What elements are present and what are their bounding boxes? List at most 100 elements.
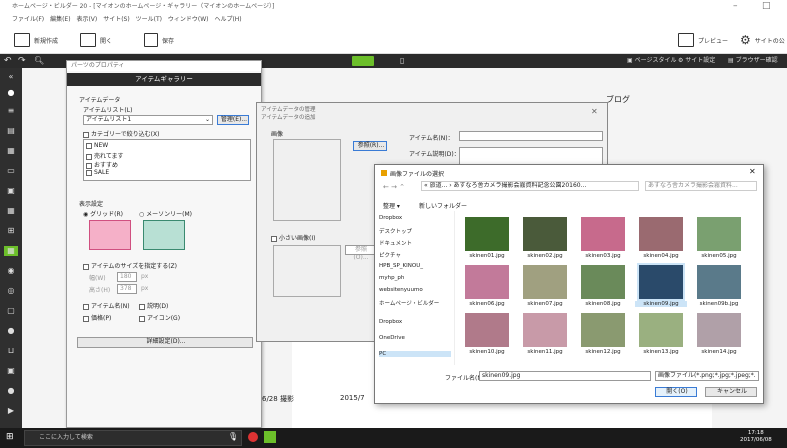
- description-checkbox[interactable]: 説明(D): [139, 301, 168, 310]
- list-icon[interactable]: ▤: [4, 126, 18, 136]
- clock[interactable]: 17:18 2017/06/08: [740, 430, 772, 444]
- category-selling-checkbox[interactable]: 売れてます: [86, 151, 124, 160]
- new-folder-button[interactable]: 新しいフォルダー: [419, 201, 467, 210]
- mobile-view-icon[interactable]: ▯: [400, 54, 404, 68]
- file-thumb[interactable]: [523, 217, 567, 251]
- nav-item[interactable]: HPB_SP_KINOU_: [379, 263, 423, 269]
- price-checkbox[interactable]: 価格(P): [83, 313, 111, 322]
- detail-settings-button[interactable]: 詳細設定(D)...: [77, 337, 253, 348]
- twitter-icon[interactable]: ▣: [4, 366, 18, 376]
- item-name-checkbox[interactable]: アイテム名(N): [83, 301, 130, 310]
- close-icon[interactable]: ✕: [591, 107, 598, 116]
- file-thumb[interactable]: [639, 313, 683, 347]
- windows-start-icon[interactable]: ⊞: [6, 432, 16, 442]
- file-thumb[interactable]: [639, 217, 683, 251]
- maximize-button[interactable]: □: [762, 0, 771, 13]
- file-thumb[interactable]: [581, 217, 625, 251]
- path-bar[interactable]: « 旅道... › あすなろ舎カメラ撮影会霧資料記念公園20160...: [421, 181, 639, 191]
- gallery-icon[interactable]: ▦: [4, 246, 18, 256]
- file-thumb[interactable]: [581, 313, 625, 347]
- page-style-button[interactable]: ▣ ページスタイル: [627, 54, 676, 68]
- desktop-view-icon[interactable]: [352, 56, 374, 66]
- undo-icon[interactable]: ↶: [4, 54, 12, 68]
- layout-icon[interactable]: ≡: [4, 106, 18, 116]
- chat-icon[interactable]: ●: [4, 386, 18, 396]
- menu-edit[interactable]: 編集(E): [50, 16, 70, 23]
- cart-icon[interactable]: ⊔: [4, 346, 18, 356]
- table-icon[interactable]: ⊞: [4, 226, 18, 236]
- item-name-input[interactable]: [459, 131, 603, 141]
- nav-item[interactable]: myhp_ph: [379, 275, 404, 281]
- image-icon[interactable]: ▣: [4, 186, 18, 196]
- file-thumb[interactable]: [697, 217, 741, 251]
- redo-icon[interactable]: ↷: [18, 54, 26, 68]
- menu-window[interactable]: ウィンドウ(W): [168, 16, 209, 23]
- save-button[interactable]: 保存: [144, 32, 174, 48]
- browse-button[interactable]: 参照(R)...: [353, 141, 387, 151]
- category-new-checkbox[interactable]: NEW: [86, 142, 108, 149]
- share-icon[interactable]: ◎: [4, 286, 18, 296]
- video-icon[interactable]: ▶: [4, 406, 18, 416]
- grid-radio[interactable]: ◉ グリッド(R): [83, 209, 123, 218]
- file-thumb[interactable]: [697, 265, 741, 299]
- nav-item[interactable]: OneDrive: [379, 335, 405, 341]
- file-thumb[interactable]: [581, 265, 625, 299]
- organize-button[interactable]: 整理 ▾: [383, 201, 400, 210]
- filetype-select[interactable]: 画像ファイル(*.png;*.jpg;*.jpeg;*.: [655, 371, 759, 381]
- collapse-icon[interactable]: «: [4, 72, 18, 82]
- info-icon[interactable]: ●: [4, 88, 18, 98]
- category-sale-checkbox[interactable]: SALE: [86, 169, 109, 176]
- grid-layout-preview[interactable]: [89, 220, 131, 250]
- map-icon[interactable]: ◉: [4, 266, 18, 276]
- nav-item[interactable]: ピクチャ: [379, 251, 401, 259]
- file-thumb[interactable]: [465, 313, 509, 347]
- publish-button[interactable]: ⚙ サイトの公: [740, 32, 785, 48]
- nav-arrows[interactable]: ← → ⌃: [383, 183, 405, 191]
- mic-icon[interactable]: 🎙︎: [228, 432, 238, 441]
- menu-file[interactable]: ファイル(F): [12, 16, 44, 23]
- grid-icon[interactable]: ▦: [4, 206, 18, 216]
- manage-button[interactable]: 管理(E)...: [217, 115, 249, 125]
- nav-item[interactable]: Dropbox: [379, 215, 402, 221]
- open-button[interactable]: 開く: [80, 32, 112, 48]
- nav-item-selected[interactable]: PC: [379, 351, 451, 357]
- file-thumb[interactable]: [523, 313, 567, 347]
- columns-icon[interactable]: ▦: [4, 146, 18, 156]
- nav-item[interactable]: ドキュメント: [379, 239, 412, 247]
- app-icon-1[interactable]: [248, 432, 258, 442]
- file-dialog-close-icon[interactable]: ✕: [749, 167, 756, 176]
- masonry-radio[interactable]: ○ メーソンリー(M): [139, 209, 192, 218]
- text-icon[interactable]: ▭: [4, 166, 18, 176]
- file-thumb[interactable]: [465, 265, 509, 299]
- site-settings-button[interactable]: ⚙ サイト設定: [678, 54, 715, 68]
- minimize-button[interactable]: –: [733, 0, 738, 13]
- width-input[interactable]: 180: [117, 272, 137, 282]
- cancel-button[interactable]: キャンセル: [705, 387, 757, 397]
- preview-button[interactable]: プレビュー: [678, 32, 728, 48]
- menu-site[interactable]: サイト(S): [103, 16, 130, 23]
- file-thumb[interactable]: [465, 217, 509, 251]
- nav-item[interactable]: Dropbox: [379, 319, 402, 325]
- icon-checkbox[interactable]: アイコン(G): [139, 313, 180, 322]
- category-filter-checkbox[interactable]: カテゴリーで絞り込む(X): [83, 129, 159, 138]
- zoom-icon[interactable]: 🔍︎: [34, 54, 44, 68]
- fixed-size-checkbox[interactable]: アイテムのサイズを指定する(Z): [83, 261, 177, 270]
- file-thumb-selected[interactable]: [637, 263, 685, 301]
- file-search-input[interactable]: あすなろ舎カメラ撮影会霧資料...: [645, 181, 757, 191]
- masonry-layout-preview[interactable]: [143, 220, 185, 250]
- menu-view[interactable]: 表示(V): [76, 16, 97, 23]
- nav-item[interactable]: websitenyuumo: [379, 287, 423, 293]
- file-thumb[interactable]: [523, 265, 567, 299]
- category-recommend-checkbox[interactable]: おすすめ: [86, 160, 118, 169]
- height-input[interactable]: 378: [117, 284, 137, 294]
- browser-confirm-button[interactable]: ▤ ブラウザー確認: [728, 54, 778, 68]
- new-button[interactable]: 新規作成: [14, 32, 58, 48]
- open-file-button[interactable]: 開く(O): [655, 387, 697, 397]
- filename-input[interactable]: skinen09.jpg: [479, 371, 651, 381]
- app-icon-2[interactable]: [264, 431, 276, 443]
- taskbar-search[interactable]: ここに入力して検索: [24, 430, 242, 446]
- item-list-select[interactable]: アイテムリスト1 ⌄: [83, 115, 213, 125]
- help-icon[interactable]: ●: [4, 326, 18, 336]
- nav-item[interactable]: ホームページ・ビルダー: [379, 299, 439, 307]
- form-icon[interactable]: ▢: [4, 306, 18, 316]
